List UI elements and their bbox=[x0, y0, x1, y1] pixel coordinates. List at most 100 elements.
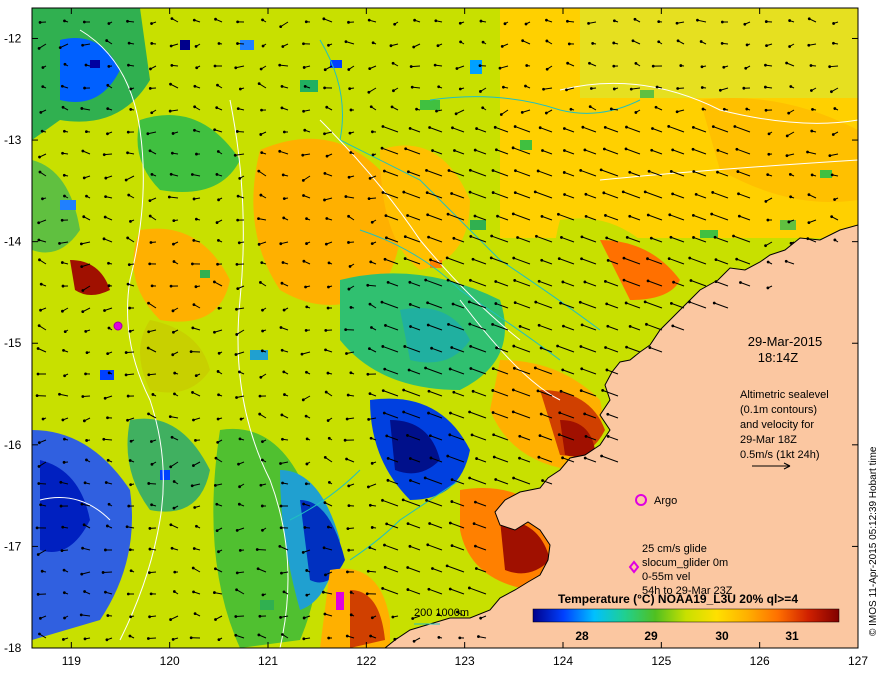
velocity-arrow-head bbox=[667, 257, 671, 260]
velocity-arrow-head bbox=[84, 372, 87, 376]
velocity-arrow-head bbox=[579, 389, 583, 393]
velocity-arrow-head bbox=[259, 67, 263, 71]
velocity-arrow-head bbox=[584, 214, 588, 218]
velocity-arrow-head bbox=[327, 636, 331, 640]
velocity-arrow-head bbox=[190, 173, 194, 176]
velocity-arrow-head bbox=[429, 456, 433, 460]
velocity-arrow-head bbox=[349, 306, 353, 309]
velocity-arrow-head bbox=[259, 193, 263, 197]
velocity-arrow-head bbox=[512, 256, 516, 260]
velocity-arrow-head bbox=[604, 346, 607, 349]
velocity-arrow-head bbox=[381, 345, 385, 348]
glider-line-1: 25 cm/s glide bbox=[642, 543, 707, 555]
velocity-arrow-head bbox=[371, 153, 375, 157]
velocity-arrow-head bbox=[147, 301, 150, 305]
velocity-arrow-head bbox=[217, 351, 221, 355]
velocity-arrow-head bbox=[148, 547, 152, 551]
velocity-arrow-head bbox=[235, 529, 239, 532]
velocity-arrow-head bbox=[349, 371, 353, 375]
velocity-arrow-head bbox=[412, 45, 416, 49]
velocity-arrow-head bbox=[38, 258, 41, 262]
velocity-arrow-head bbox=[612, 19, 616, 23]
velocity-arrow-head bbox=[347, 20, 350, 24]
velocity-arrow-head bbox=[304, 414, 308, 418]
velocity-arrow-head bbox=[369, 634, 373, 638]
velocity-arrow-head bbox=[401, 498, 405, 502]
velocity-arrow-head bbox=[629, 87, 633, 91]
argo-float-marker[interactable] bbox=[113, 321, 123, 331]
velocity-arrow-head bbox=[469, 235, 473, 238]
velocity-arrow-head bbox=[169, 523, 173, 527]
velocity-arrow-head bbox=[712, 301, 716, 305]
velocity-arrow-head bbox=[235, 130, 239, 133]
velocity-arrow-head bbox=[710, 212, 714, 216]
altimetry-line-4: 29-Mar 18Z bbox=[740, 434, 797, 446]
velocity-arrow-head bbox=[126, 282, 130, 286]
velocity-arrow-head bbox=[448, 433, 452, 437]
velocity-arrow-head bbox=[83, 86, 86, 90]
velocity-arrow-head bbox=[700, 86, 704, 89]
velocity-arrow-head bbox=[80, 502, 84, 506]
velocity-arrow-head bbox=[366, 569, 370, 573]
velocity-arrow-head bbox=[281, 437, 284, 441]
velocity-arrow-head bbox=[475, 127, 479, 130]
velocity-arrow-head bbox=[767, 152, 771, 156]
velocity-arrow-head bbox=[386, 280, 390, 284]
velocity-arrow-head bbox=[81, 43, 85, 47]
velocity-arrow-head bbox=[236, 194, 240, 198]
velocity-arrow-head bbox=[764, 85, 767, 89]
velocity-arrow-head bbox=[279, 462, 282, 465]
velocity-arrow-head bbox=[714, 258, 718, 262]
velocity-arrow-head bbox=[766, 218, 770, 222]
velocity-arrow-head bbox=[148, 214, 152, 218]
velocity-arrow-head bbox=[193, 105, 197, 109]
velocity-arrow-head bbox=[344, 195, 348, 198]
velocity-arrow-head bbox=[788, 172, 792, 176]
velocity-arrow-head bbox=[806, 237, 810, 241]
velocity-arrow-head bbox=[348, 87, 352, 91]
velocity-arrow-head bbox=[518, 324, 522, 328]
velocity-arrow-head bbox=[427, 389, 431, 393]
velocity-arrow-head bbox=[215, 173, 219, 176]
velocity-arrow-head bbox=[169, 284, 173, 288]
velocity-arrow-head bbox=[539, 412, 543, 416]
velocity-arrow-head bbox=[561, 368, 565, 372]
velocity-arrow-head bbox=[37, 324, 41, 328]
velocity-arrow-head bbox=[542, 87, 545, 91]
velocity-arrow-head bbox=[172, 219, 176, 223]
velocity-arrow-head bbox=[633, 17, 637, 21]
velocity-arrow-head bbox=[722, 107, 726, 111]
velocity-arrow-head bbox=[169, 44, 173, 48]
velocity-arrow-head bbox=[368, 347, 371, 351]
velocity-arrow-head bbox=[459, 40, 462, 44]
velocity-arrow-head bbox=[691, 125, 695, 129]
velocity-arrow-head bbox=[807, 221, 811, 225]
velocity-arrow-head bbox=[323, 172, 327, 175]
velocity-arrow-head bbox=[61, 525, 65, 529]
velocity-arrow-head bbox=[367, 417, 371, 421]
velocity-arrow-head bbox=[830, 90, 833, 94]
velocity-arrow-head bbox=[513, 125, 517, 128]
x-tick-label: 121 bbox=[258, 654, 278, 668]
velocity-arrow-head bbox=[541, 479, 544, 482]
altimetry-line-1: Altimetric sealevel bbox=[740, 389, 829, 401]
velocity-arrow-head bbox=[578, 300, 582, 304]
velocity-arrow-head bbox=[41, 417, 45, 421]
velocity-arrow-head bbox=[498, 66, 502, 70]
velocity-arrow-head bbox=[301, 153, 305, 157]
velocity-arrow-head bbox=[102, 437, 106, 441]
velocity-arrow-head bbox=[327, 285, 330, 289]
velocity-arrow-head bbox=[128, 459, 132, 462]
glider-track[interactable] bbox=[336, 592, 344, 610]
velocity-arrow-head bbox=[643, 190, 647, 194]
velocity-arrow-head bbox=[193, 84, 197, 88]
velocity-arrow-head bbox=[257, 217, 260, 221]
velocity-arrow-head bbox=[322, 17, 326, 21]
velocity-arrow-head bbox=[190, 484, 194, 488]
velocity-arrow-head bbox=[424, 366, 427, 370]
velocity-arrow-head bbox=[612, 64, 616, 68]
velocity-arrow-head bbox=[128, 548, 132, 552]
map-date: 29-Mar-2015 bbox=[748, 334, 822, 349]
velocity-arrow-head bbox=[260, 108, 263, 112]
velocity-arrow-head bbox=[391, 61, 395, 65]
